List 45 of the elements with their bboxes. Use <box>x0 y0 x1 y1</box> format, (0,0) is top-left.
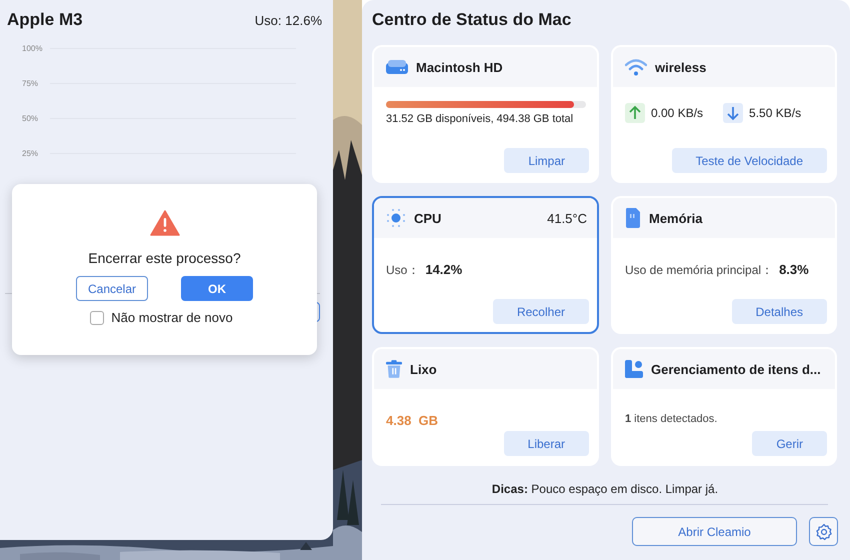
card-title: Lixo <box>410 362 437 376</box>
card-action-button[interactable]: Recolher <box>492 299 589 324</box>
card-title: CPU <box>414 210 442 226</box>
trash-size: 4.38 GB <box>386 413 440 428</box>
card-action-button[interactable]: Gerir <box>752 431 827 456</box>
tip-text: Dicas: Pouco espaço em disco. Limpar já. <box>490 482 720 496</box>
upload-speed: 0.00 KB/s <box>651 106 704 120</box>
usage-label: Uso： <box>386 262 420 279</box>
panel-title: Apple M3 <box>7 10 83 30</box>
card-action-button[interactable]: Liberar <box>504 431 589 456</box>
card-title: Macintosh HD <box>416 60 503 74</box>
axis-tick-label: 100% <box>22 44 44 53</box>
memory-icon <box>625 208 641 228</box>
trash-icon <box>386 360 402 378</box>
apps-icon <box>625 360 643 378</box>
disk-space-text: 31.52 GB disponíveis, 494.38 GB total <box>386 113 574 125</box>
axis-tick-label: 75% <box>22 79 40 88</box>
cancel-button[interactable]: Cancelar <box>76 276 148 301</box>
card-action-button[interactable]: Limpar <box>504 148 589 173</box>
usage-value: 8.3% <box>779 262 809 277</box>
checkbox[interactable] <box>90 310 104 324</box>
card-title: Memória <box>649 210 702 226</box>
settings-icon <box>814 522 832 540</box>
warning-icon <box>150 210 180 236</box>
axis-tick-label: 50% <box>22 114 40 123</box>
card-title: Gerenciamento de itens d... <box>651 362 821 376</box>
temperature-text: 41.5°C <box>547 210 587 226</box>
wifi-icon <box>625 58 647 76</box>
card-title: wireless <box>655 60 706 74</box>
ok-button[interactable]: OK <box>181 276 253 301</box>
chip-icon <box>386 208 406 228</box>
panel-title: Centro de Status do Mac <box>372 10 572 30</box>
usage-label: Uso de memória principal： <box>625 262 774 279</box>
axis-tick-label: 25% <box>22 149 40 158</box>
open-app-button[interactable]: Abrir Cleamio <box>632 517 797 546</box>
dialog-message: Encerrar este processo? <box>88 250 241 266</box>
drive-icon <box>386 60 408 74</box>
usage-value: 14.2% <box>425 262 462 277</box>
items-detected-text: 1 itens detectados. <box>625 413 718 425</box>
usage-text: Uso: 12.6% <box>254 12 322 28</box>
download-speed: 5.50 KB/s <box>749 106 802 120</box>
card-action-button[interactable]: Detalhes <box>732 299 827 324</box>
card-action-button[interactable]: Teste de Velocidade <box>672 148 827 173</box>
checkbox-label: Não mostrar de novo <box>111 310 233 325</box>
settings-button[interactable] <box>809 517 838 546</box>
